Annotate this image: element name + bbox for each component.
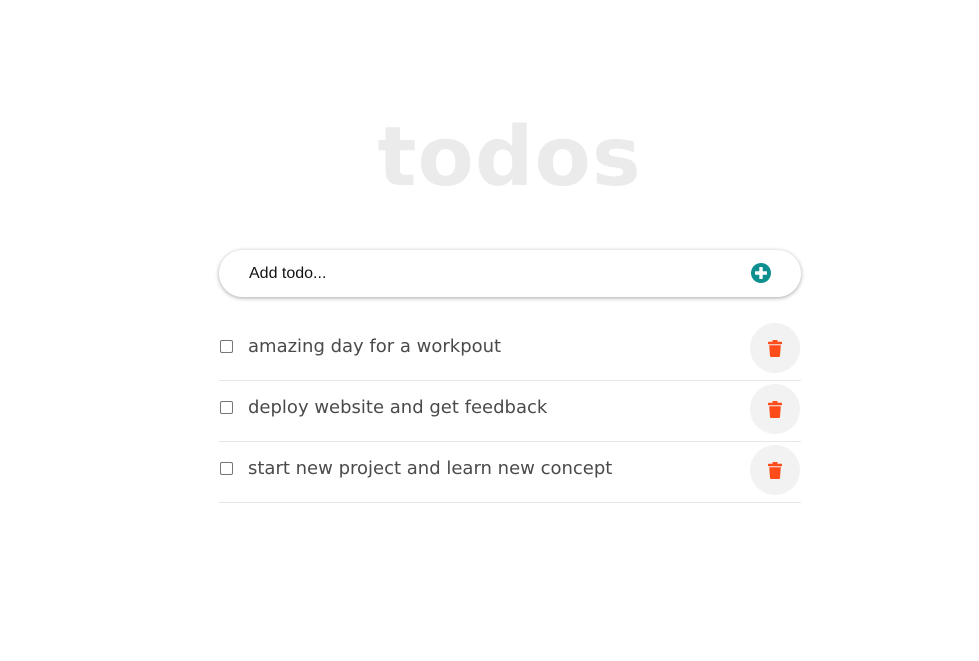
todo-item: start new project and learn new concept [219,442,801,503]
todo-checkbox[interactable] [220,401,233,414]
add-todo-button[interactable] [750,262,772,284]
todo-text: amazing day for a workpout [248,336,502,357]
todo-text: start new project and learn new concept [248,458,613,479]
delete-todo-button[interactable] [750,323,800,373]
delete-todo-button[interactable] [750,384,800,434]
todo-item: amazing day for a workpout [219,320,801,381]
delete-todo-button[interactable] [750,445,800,495]
trash-icon [768,461,782,479]
plus-circle-icon [751,263,771,283]
add-todo-bar [219,250,801,297]
trash-icon [768,400,782,418]
page-title: todos [377,110,642,205]
todo-list: amazing day for a workpout deploy websit… [219,320,801,503]
todo-checkbox[interactable] [220,462,233,475]
add-todo-input[interactable] [249,250,729,297]
todo-checkbox[interactable] [220,340,233,353]
todo-item: deploy website and get feedback [219,381,801,442]
todo-text: deploy website and get feedback [248,397,548,418]
todo-app: todos amazing day for a workpout [0,0,979,661]
trash-icon [768,339,782,357]
